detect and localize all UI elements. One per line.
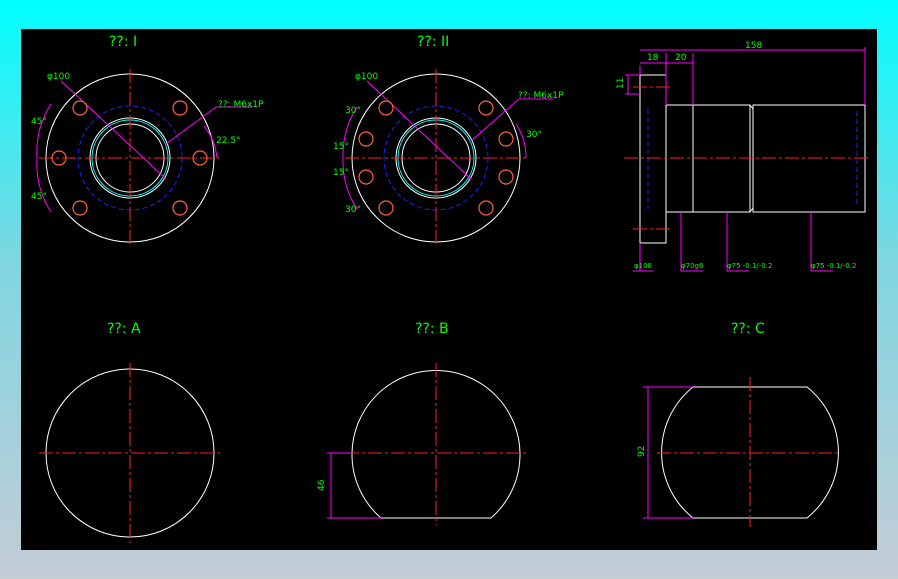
flange-2-angle-3: 15°: [333, 168, 349, 178]
flange-2-angle-right: 30°: [526, 130, 542, 140]
section-a-view[interactable]: ??: A: [39, 321, 221, 543]
flange-1-dia-text: φ100: [47, 72, 70, 82]
drawing-canvas[interactable]: ??: I φ100 ??: M6x1P 45° 45° 22.5° ??: I…: [21, 29, 877, 550]
section-a-title: ??: A: [107, 321, 141, 337]
flange-2-thread-text: ??: M6x1P: [518, 91, 564, 101]
flange-1-dia-leader: [60, 80, 167, 180]
flange-view-1[interactable]: ??: I φ100 ??: M6x1P 45° 45° 22.5°: [31, 34, 264, 246]
side-dim-18: 18: [647, 53, 659, 63]
side-dia-70: φ70g6: [681, 262, 704, 270]
section-c-view[interactable]: ??: C 92: [637, 321, 841, 527]
cad-drawing: ??: I φ100 ??: M6x1P 45° 45° 22.5° ??: I…: [31, 34, 871, 543]
flange-2-angle-2: 15°: [333, 142, 349, 152]
flange-2-angle-1: 30°: [345, 106, 361, 116]
flange-1-angle-top: 45°: [31, 117, 47, 127]
flange-2-angle-4: 30°: [345, 205, 361, 215]
flange-view-2[interactable]: ??: II φ100 ??: M6x1P 30° 15° 15° 30° 30…: [333, 34, 564, 246]
section-b-dim: 46: [317, 479, 327, 491]
flange-1-title: ??: I: [109, 34, 137, 50]
side-flange-plate: [639, 74, 667, 244]
flange-1-thread-leader: [165, 106, 217, 145]
section-b-view[interactable]: ??: B 46: [317, 321, 527, 525]
flange-1-angle-right: 22.5°: [216, 136, 241, 146]
flange-2-dia-text: φ100: [355, 72, 378, 82]
side-dim-11: 11: [616, 78, 626, 89]
flange-2-angle-arc-right: [515, 123, 527, 159]
side-dim-158: 158: [745, 41, 762, 51]
section-c-dim: 92: [637, 446, 647, 457]
section-b-title: ??: B: [415, 321, 449, 337]
side-dim-20: 20: [675, 53, 687, 63]
side-dia-108: φ108: [634, 262, 652, 270]
side-dia-75a: φ75 -0.1/-0.2: [727, 262, 772, 270]
side-view[interactable]: 18 20 158 11 φ108 φ70g6 φ75 -0.1/-0.2 φ7…: [616, 41, 871, 272]
flange-2-title: ??: II: [417, 34, 449, 50]
section-c-title: ??: C: [731, 321, 765, 337]
flange-1-thread-text: ??: M6x1P: [218, 100, 264, 110]
side-dia-75b: φ75 -0.1/-0.2: [811, 262, 856, 270]
flange-1-angle-bottom: 45°: [31, 192, 47, 202]
